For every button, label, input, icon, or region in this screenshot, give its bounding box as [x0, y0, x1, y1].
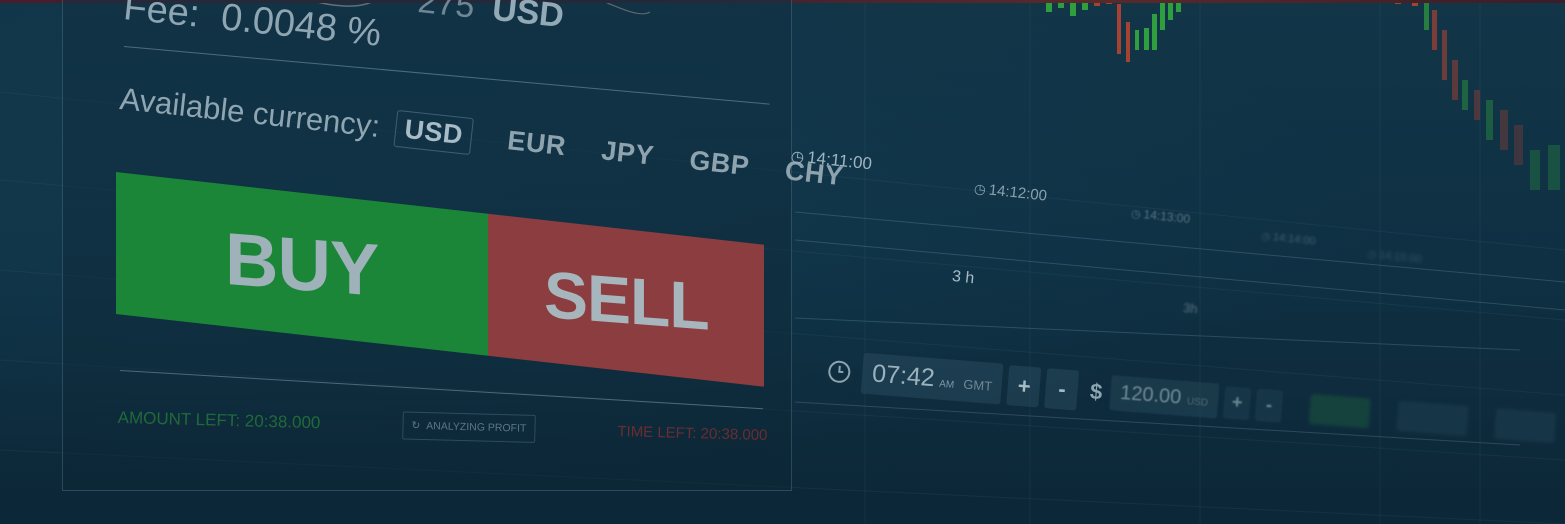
increase-amount-button[interactable]: +	[1222, 385, 1252, 420]
expiry-time: 07:42	[871, 359, 936, 393]
trade-controls: 07:42 AM GMT + - $ 120.00 USD + -	[827, 350, 1557, 448]
sell-label: SELL	[543, 256, 709, 344]
dollar-icon: $	[1089, 378, 1104, 404]
blurred-control[interactable]	[1308, 393, 1371, 428]
amount-field[interactable]: 120.00 USD	[1108, 375, 1220, 419]
analyzing-label: ANALYZING PROFIT	[426, 420, 527, 435]
sell-button[interactable]: SELL	[488, 213, 764, 387]
time-label: ◷ 14:13:00	[1130, 207, 1191, 227]
analyzing-profit-button[interactable]: ↻ ANALYZING PROFIT	[402, 411, 536, 443]
decrease-amount-button[interactable]: -	[1254, 388, 1284, 423]
clock-icon	[827, 359, 852, 384]
time-label: ◷14:12:00	[973, 180, 1048, 205]
expiry-ampm: AM	[938, 378, 955, 391]
expiry-timezone: GMT	[962, 376, 993, 394]
candlesticks	[1046, 0, 1560, 190]
expiry-time-field[interactable]: 07:42 AM GMT	[860, 352, 1004, 405]
clock-icon: ◷	[1260, 230, 1271, 243]
amount-left: AMOUNT LEFT: 20:38.000	[117, 407, 321, 433]
currency-option-eur[interactable]: EUR	[506, 125, 567, 162]
currency-option-gbp[interactable]: GBP	[688, 145, 751, 182]
partial-currency: USD	[490, 0, 566, 36]
time-label: ◷ 14:14:00	[1260, 230, 1317, 248]
trading-screen: Fee: 0.0048 % 275 USD Available currency: …	[0, 0, 1565, 524]
clock-icon: ◷	[973, 180, 987, 198]
clock-icon: ◷	[1366, 248, 1377, 261]
period-label: 3 h	[951, 268, 976, 288]
blurred-control[interactable]	[1396, 400, 1469, 436]
amount-value: 120.00	[1119, 381, 1183, 409]
currency-option-jpy[interactable]: JPY	[600, 135, 655, 171]
clock-icon: ◷	[1130, 207, 1142, 221]
buy-label: BUY	[225, 216, 379, 312]
blurred-control[interactable]	[1494, 407, 1557, 443]
decrease-time-button[interactable]: -	[1044, 367, 1080, 411]
refresh-icon: ↻	[411, 419, 421, 432]
amount-currency: USD	[1186, 396, 1209, 409]
time-left: TIME LEFT: 20:38.000	[617, 422, 768, 444]
time-label: ◷ 14:15:00	[1366, 248, 1423, 266]
increase-time-button[interactable]: +	[1006, 364, 1042, 408]
clock-icon: ◷	[790, 147, 806, 167]
period-label: 3h	[1182, 300, 1199, 317]
